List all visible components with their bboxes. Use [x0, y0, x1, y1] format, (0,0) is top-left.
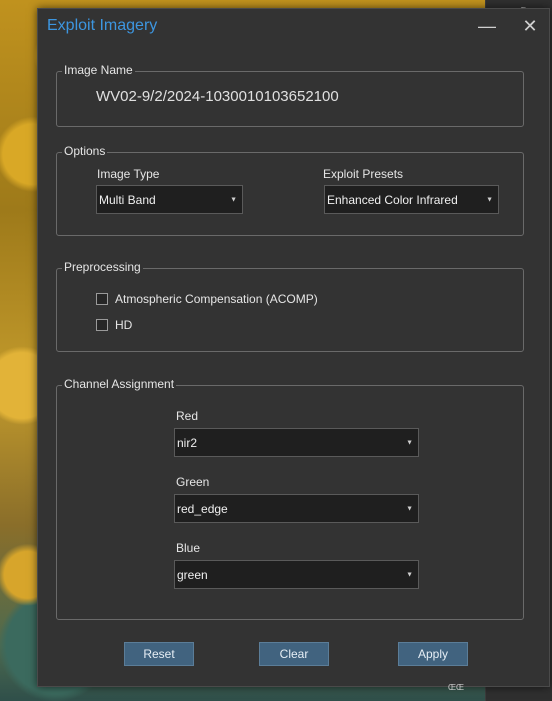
reset-button[interactable]: Reset: [124, 642, 194, 666]
hd-checkbox-label: HD: [115, 318, 133, 332]
channel-assignment-group-label: Channel Assignment: [62, 377, 177, 391]
acomp-checkbox-label: Atmospheric Compensation (ACOMP): [115, 292, 318, 306]
green-channel-label: Green: [176, 475, 210, 489]
blue-channel-value: green: [177, 567, 208, 582]
image-name-value: WV02-9/2/2024-1030010103652100: [96, 88, 339, 105]
blue-channel-dropdown[interactable]: green ▼: [174, 560, 419, 589]
dropdown-caret-icon: ▼: [406, 505, 413, 512]
red-channel-dropdown[interactable]: nir2 ▼: [174, 428, 419, 457]
green-channel-value: red_edge: [177, 501, 228, 516]
dropdown-caret-icon: ▼: [486, 196, 493, 203]
clear-button[interactable]: Clear: [259, 642, 329, 666]
dropdown-caret-icon: ▼: [230, 196, 237, 203]
options-group-label: Options: [62, 144, 108, 158]
checkbox-icon[interactable]: [96, 293, 108, 305]
apply-button[interactable]: Apply: [398, 642, 468, 666]
image-type-dropdown[interactable]: Multi Band ▼: [96, 185, 243, 214]
dialog-title: Exploit Imagery: [47, 17, 158, 34]
dropdown-caret-icon: ▼: [406, 571, 413, 578]
exploit-presets-value: Enhanced Color Infrared: [327, 192, 458, 207]
dropdown-caret-icon: ▼: [406, 439, 413, 446]
channel-assignment-group: Channel Assignment Red nir2 ▼ Green red_…: [56, 377, 524, 620]
green-channel-dropdown[interactable]: red_edge ▼: [174, 494, 419, 523]
image-name-group: Image Name WV02-9/2/2024-103001010365210…: [56, 63, 524, 127]
hd-checkbox-row[interactable]: HD: [96, 318, 132, 332]
image-type-value: Multi Band: [99, 192, 156, 207]
preprocessing-group-label: Preprocessing: [62, 260, 143, 274]
checkbox-icon[interactable]: [96, 319, 108, 331]
red-channel-label: Red: [176, 409, 199, 423]
exploit-presets-label: Exploit Presets: [323, 167, 404, 181]
blue-channel-label: Blue: [176, 541, 201, 555]
acomp-checkbox-row[interactable]: Atmospheric Compensation (ACOMP): [96, 292, 318, 306]
minimize-icon[interactable]: —: [475, 15, 499, 37]
red-channel-value: nir2: [177, 435, 198, 450]
preprocessing-group: Preprocessing Atmospheric Compensation (…: [56, 260, 524, 352]
map-attribution-logo: ŒŒ: [448, 683, 464, 692]
image-type-label: Image Type: [97, 167, 160, 181]
image-name-group-label: Image Name: [62, 63, 135, 77]
close-icon[interactable]: ✕: [518, 15, 542, 37]
options-group: Options Image Type Multi Band ▼ Exploit …: [56, 144, 524, 236]
exploit-presets-dropdown[interactable]: Enhanced Color Infrared ▼: [324, 185, 499, 214]
exploit-imagery-dialog: Exploit Imagery — ✕ Image Name WV02-9/2/…: [37, 8, 550, 687]
